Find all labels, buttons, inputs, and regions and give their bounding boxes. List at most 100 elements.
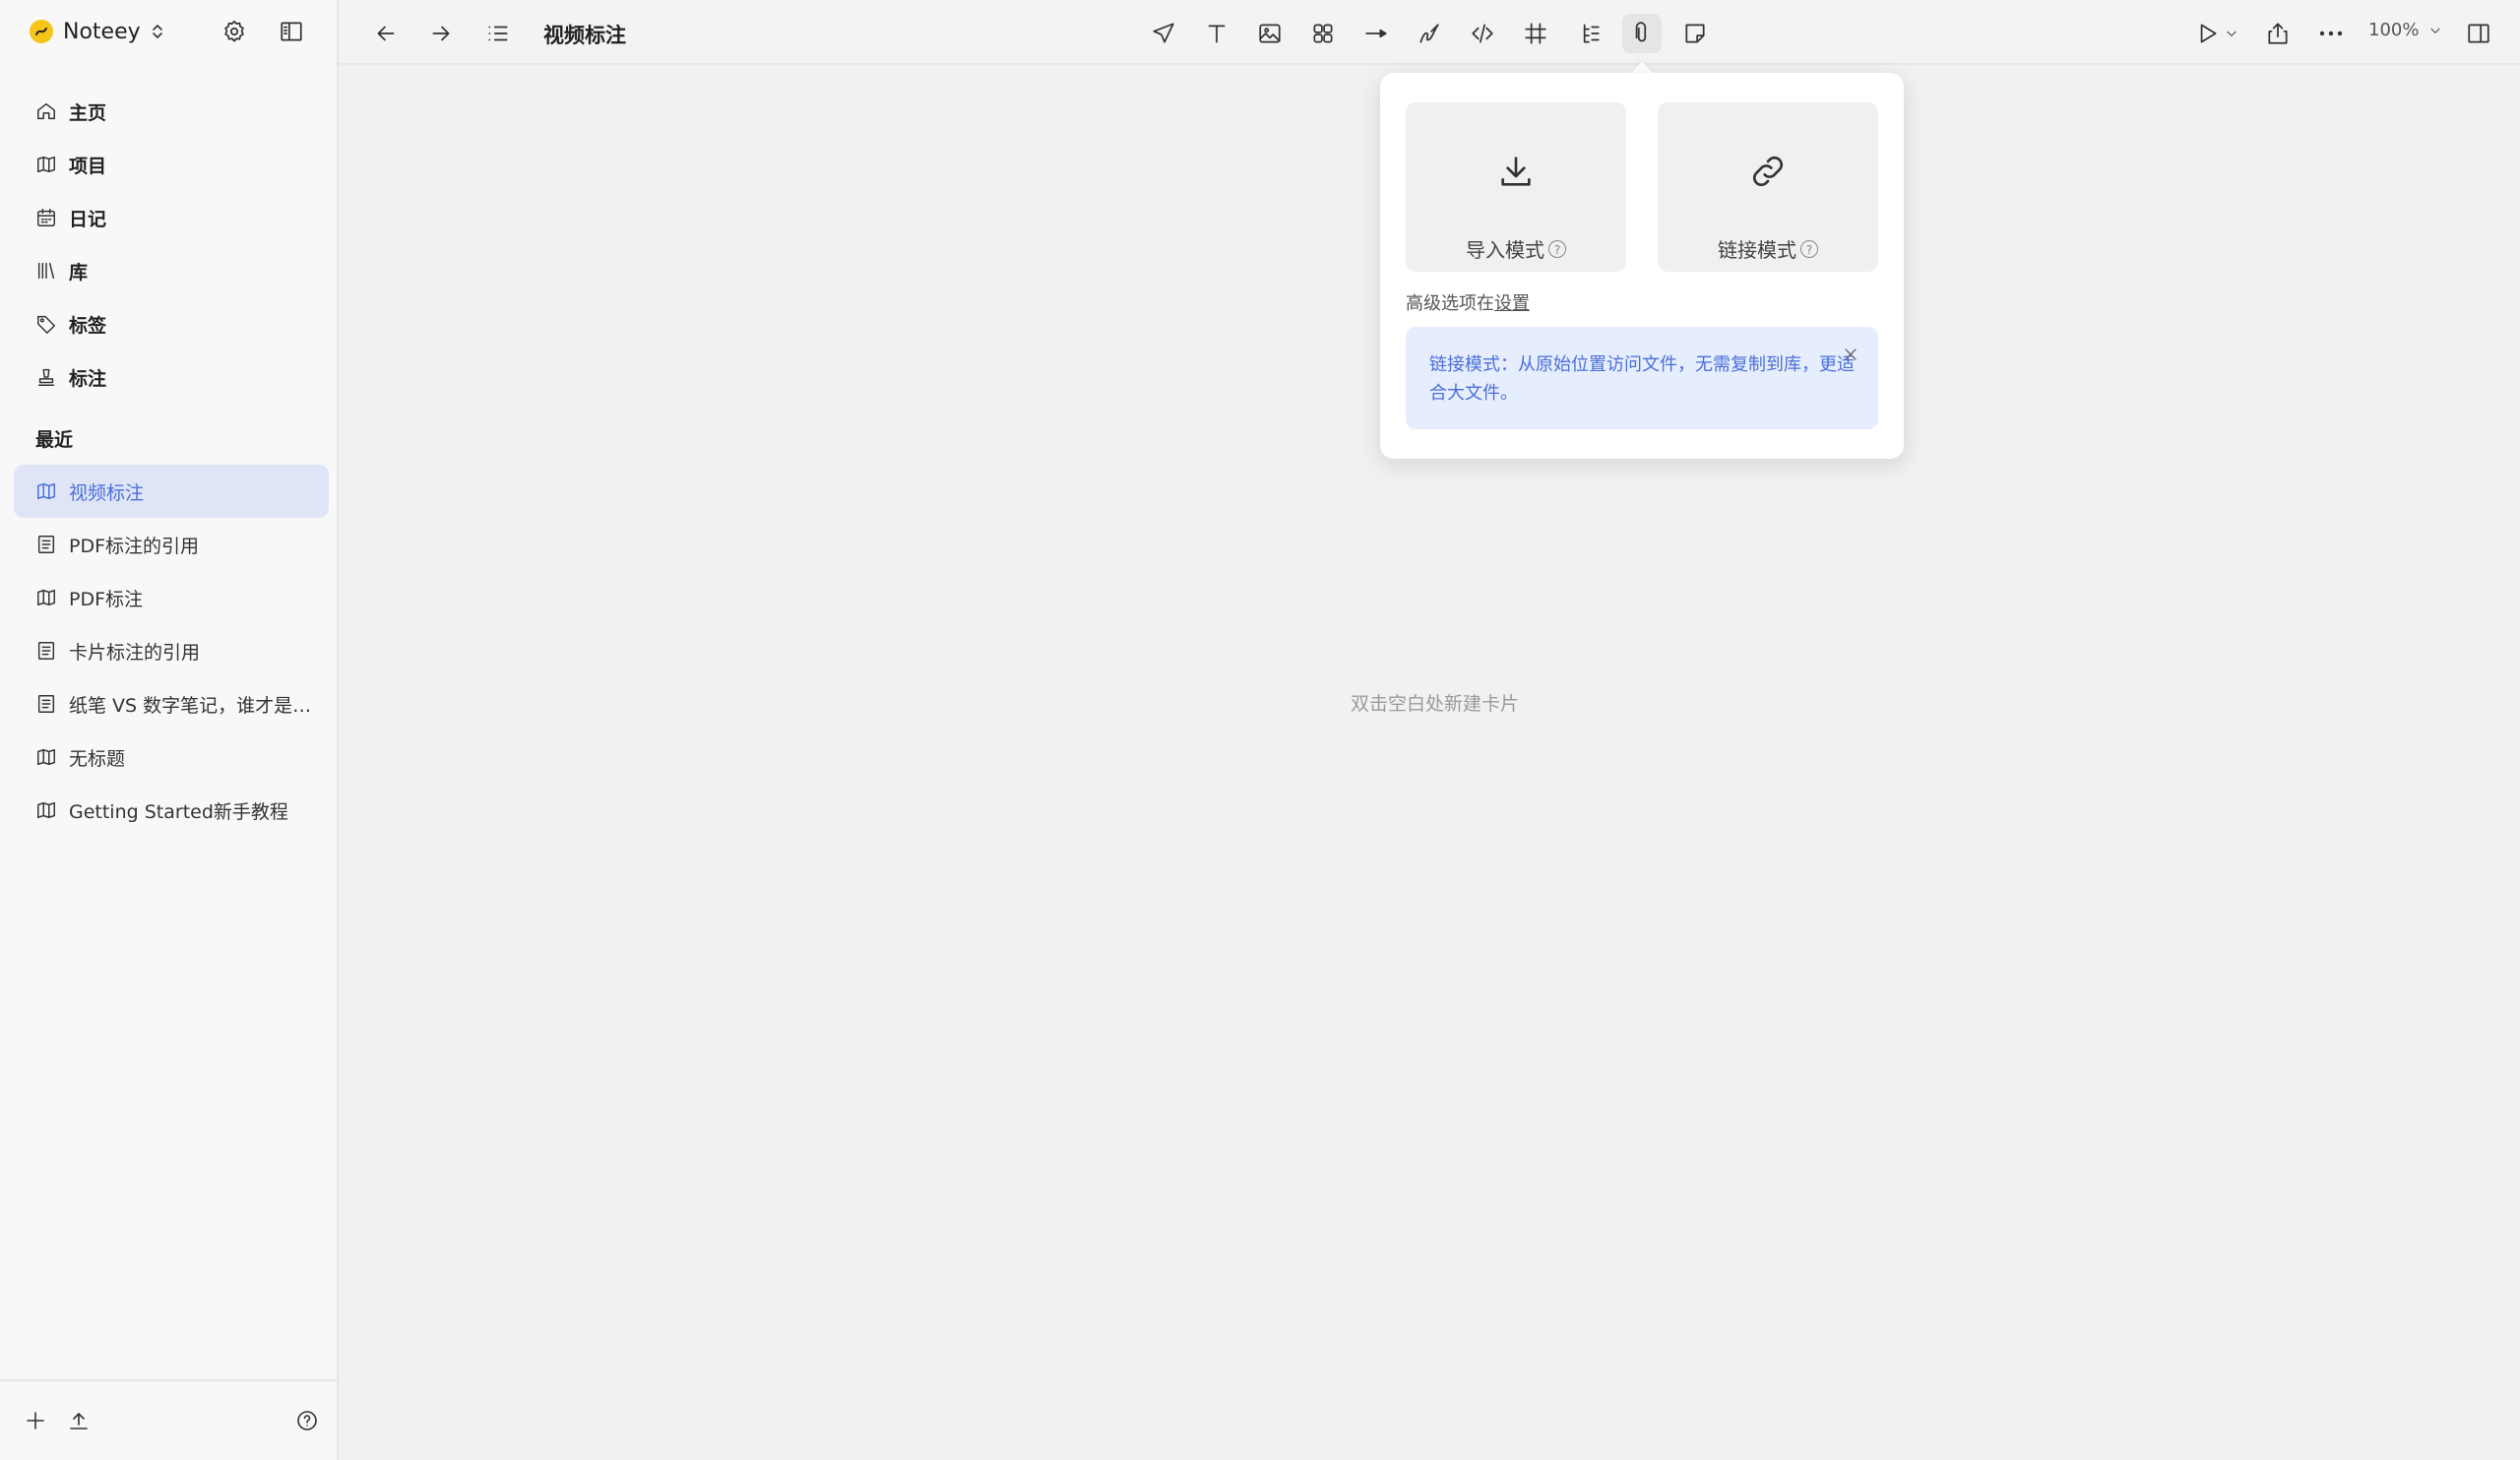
- advanced-options-text: 高级选项在设置: [1406, 289, 1530, 315]
- map-icon: [35, 480, 57, 502]
- help-icon[interactable]: ?: [1800, 240, 1818, 258]
- import-mode-button[interactable]: 导入模式 ?: [1406, 102, 1626, 272]
- recent-item[interactable]: 卡片标注的引用: [14, 624, 329, 677]
- tag-icon: [35, 313, 57, 335]
- document-icon: [35, 693, 57, 715]
- select-tool-button[interactable]: [1144, 14, 1183, 53]
- nav-item-tags[interactable]: 标签: [14, 297, 329, 350]
- document-icon: [35, 534, 57, 555]
- document-icon: [35, 640, 57, 662]
- paperclip-icon: [1629, 21, 1655, 46]
- attachment-tool-button[interactable]: [1622, 14, 1662, 53]
- nav-item-annotations[interactable]: 标注: [14, 350, 329, 404]
- chevron-down-icon: [2225, 27, 2238, 40]
- pen-icon: [1417, 21, 1442, 46]
- play-icon: [2194, 21, 2220, 46]
- recent-item-label: 视频标注: [69, 478, 144, 505]
- widgets-tool-button[interactable]: [1303, 14, 1343, 53]
- share-button[interactable]: [2258, 14, 2298, 53]
- link-mode-button[interactable]: 链接模式 ?: [1658, 102, 1878, 272]
- workspace-switcher[interactable]: Noteey: [30, 14, 164, 49]
- settings-button[interactable]: [217, 14, 252, 49]
- arrow-left-icon: [373, 21, 399, 46]
- recent-item-label: 无标题: [69, 744, 125, 771]
- workspace-name: Noteey: [63, 20, 141, 44]
- mindmap-icon: [1576, 21, 1602, 46]
- recent-list: 视频标注 PDF标注的引用 PDF标注 卡片标注的引用 纸笔 VS 数字笔记，谁…: [14, 465, 329, 837]
- recent-item[interactable]: 无标题: [14, 730, 329, 784]
- import-mode-label-row: 导入模式 ?: [1406, 234, 1626, 263]
- advanced-prefix: 高级选项在: [1406, 293, 1494, 314]
- mindmap-tool-button[interactable]: [1569, 14, 1608, 53]
- map-icon: [35, 154, 57, 175]
- sticky-note-icon: [1682, 21, 1708, 46]
- text-icon: [1204, 21, 1229, 46]
- nav-label: 项目: [69, 152, 106, 178]
- forward-button[interactable]: [421, 14, 461, 53]
- import-mode-label: 导入模式: [1466, 234, 1544, 263]
- noteey-logo-icon: [30, 20, 53, 43]
- calendar-icon: [35, 207, 57, 228]
- nav-label: 日记: [69, 205, 106, 231]
- recent-item-label: PDF标注的引用: [69, 532, 199, 558]
- text-tool-button[interactable]: [1197, 14, 1236, 53]
- nav-item-journal[interactable]: 日记: [14, 191, 329, 244]
- new-item-button[interactable]: [18, 1403, 53, 1438]
- main-nav: 主页 项目 日记 库 标签 标注: [14, 85, 329, 404]
- settings-link[interactable]: 设置: [1494, 293, 1530, 314]
- map-icon: [35, 587, 57, 608]
- recent-item[interactable]: Getting Started新手教程: [14, 784, 329, 837]
- link-mode-label-row: 链接模式 ?: [1658, 234, 1878, 263]
- chevron-down-icon: [2428, 24, 2442, 37]
- help-icon[interactable]: ?: [1548, 240, 1566, 258]
- arrow-tool-button[interactable]: [1356, 14, 1396, 53]
- image-icon: [1257, 21, 1283, 46]
- sticky-note-tool-button[interactable]: [1675, 14, 1715, 53]
- toggle-right-panel-button[interactable]: [2459, 14, 2498, 53]
- close-icon[interactable]: [1841, 345, 1860, 364]
- pen-tool-button[interactable]: [1410, 14, 1449, 53]
- zoom-level: 100%: [2368, 20, 2419, 40]
- arrow-right-icon: [428, 21, 454, 46]
- recent-section-title: 最近: [35, 425, 73, 452]
- nav-label: 标签: [69, 311, 106, 338]
- home-icon: [35, 100, 57, 122]
- download-icon: [1496, 152, 1536, 191]
- frame-tool-button[interactable]: [1516, 14, 1555, 53]
- recent-item[interactable]: 视频标注: [14, 465, 329, 518]
- upload-icon: [67, 1409, 91, 1432]
- sidebar-layout-icon: [279, 19, 304, 44]
- zoom-selector[interactable]: 100%: [2368, 20, 2442, 40]
- top-toolbar: 视频标注 100%: [339, 0, 2520, 65]
- link-mode-label: 链接模式: [1718, 234, 1796, 263]
- more-options-button[interactable]: [2311, 14, 2351, 53]
- link-icon: [1748, 152, 1788, 191]
- info-callout: 链接模式：从原始位置访问文件，无需复制到库，更适合大文件。: [1406, 327, 1878, 429]
- recent-item[interactable]: PDF标注的引用: [14, 518, 329, 571]
- nav-item-projects[interactable]: 项目: [14, 138, 329, 191]
- upload-button[interactable]: [61, 1403, 96, 1438]
- present-options-button[interactable]: [2221, 14, 2242, 53]
- nav-label: 主页: [69, 98, 106, 125]
- canvas-empty-hint: 双击空白处新建卡片: [1351, 689, 1519, 716]
- recent-item-label: Getting Started新手教程: [69, 797, 288, 824]
- help-icon: [295, 1409, 319, 1432]
- attachment-popover: 导入模式 ? 链接模式 ? 高级选项在设置 链接模式：从原始位置访问文件，无需复…: [1380, 73, 1904, 459]
- recent-item[interactable]: PDF标注: [14, 571, 329, 624]
- plus-icon: [24, 1409, 47, 1432]
- nav-label: 库: [69, 258, 88, 285]
- outline-button[interactable]: [478, 14, 518, 53]
- recent-item[interactable]: 纸笔 VS 数字笔记，谁才是最...: [14, 677, 329, 730]
- code-tool-button[interactable]: [1463, 14, 1502, 53]
- code-icon: [1470, 21, 1495, 46]
- map-icon: [35, 799, 57, 821]
- back-button[interactable]: [366, 14, 406, 53]
- library-icon: [35, 260, 57, 282]
- nav-item-home[interactable]: 主页: [14, 85, 329, 138]
- help-button[interactable]: [289, 1403, 325, 1438]
- sidebar-footer: [0, 1379, 337, 1460]
- more-dots-icon: [2317, 21, 2345, 46]
- toggle-sidebar-button[interactable]: [274, 14, 309, 49]
- nav-item-library[interactable]: 库: [14, 244, 329, 297]
- image-tool-button[interactable]: [1250, 14, 1290, 53]
